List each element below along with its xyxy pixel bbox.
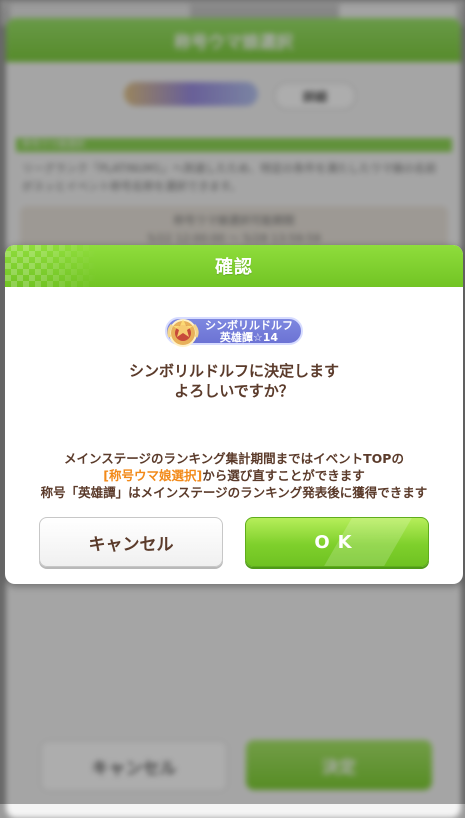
- badge-name: シンボリルドルフ: [205, 318, 293, 332]
- confirm-message-line1: シンボリルドルフに決定します: [128, 362, 339, 380]
- ok-button[interactable]: OK: [245, 517, 429, 567]
- confirm-dialog: 確認 シンボリルドルフ 英雄譚☆14 シンボリルドルフに決定します よろしいです…: [5, 245, 463, 584]
- header-diamond-pattern: [5, 245, 97, 287]
- confirm-message-line2: よろしいですか？: [174, 382, 294, 400]
- ok-button-label: OK: [314, 531, 360, 553]
- notice-line2: [称号ウマ娘選択]から選び直すことができます: [5, 467, 463, 484]
- notice-link-text: [称号ウマ娘選択]: [103, 468, 203, 483]
- notice-line2-rest: から選び直すことができます: [202, 468, 365, 483]
- notice-line3: 称号「英雄譚」はメインステージのランキング発表後に獲得できます: [40, 485, 428, 500]
- badge-rank: 英雄譚☆14: [219, 330, 279, 344]
- notice-line1: メインステージのランキング集計期間まではイベントTOPの: [64, 451, 404, 466]
- dialog-header: 確認: [5, 245, 463, 287]
- cancel-button[interactable]: キャンセル: [39, 517, 223, 567]
- dialog-title: 確認: [215, 257, 253, 278]
- crest-icon: [167, 319, 199, 347]
- notice-text: メインステージのランキング集計期間まではイベントTOPの [称号ウマ娘選択]から…: [5, 450, 463, 501]
- confirm-message: シンボリルドルフに決定します よろしいですか？: [5, 361, 463, 401]
- title-badge: シンボリルドルフ 英雄譚☆14: [165, 317, 303, 347]
